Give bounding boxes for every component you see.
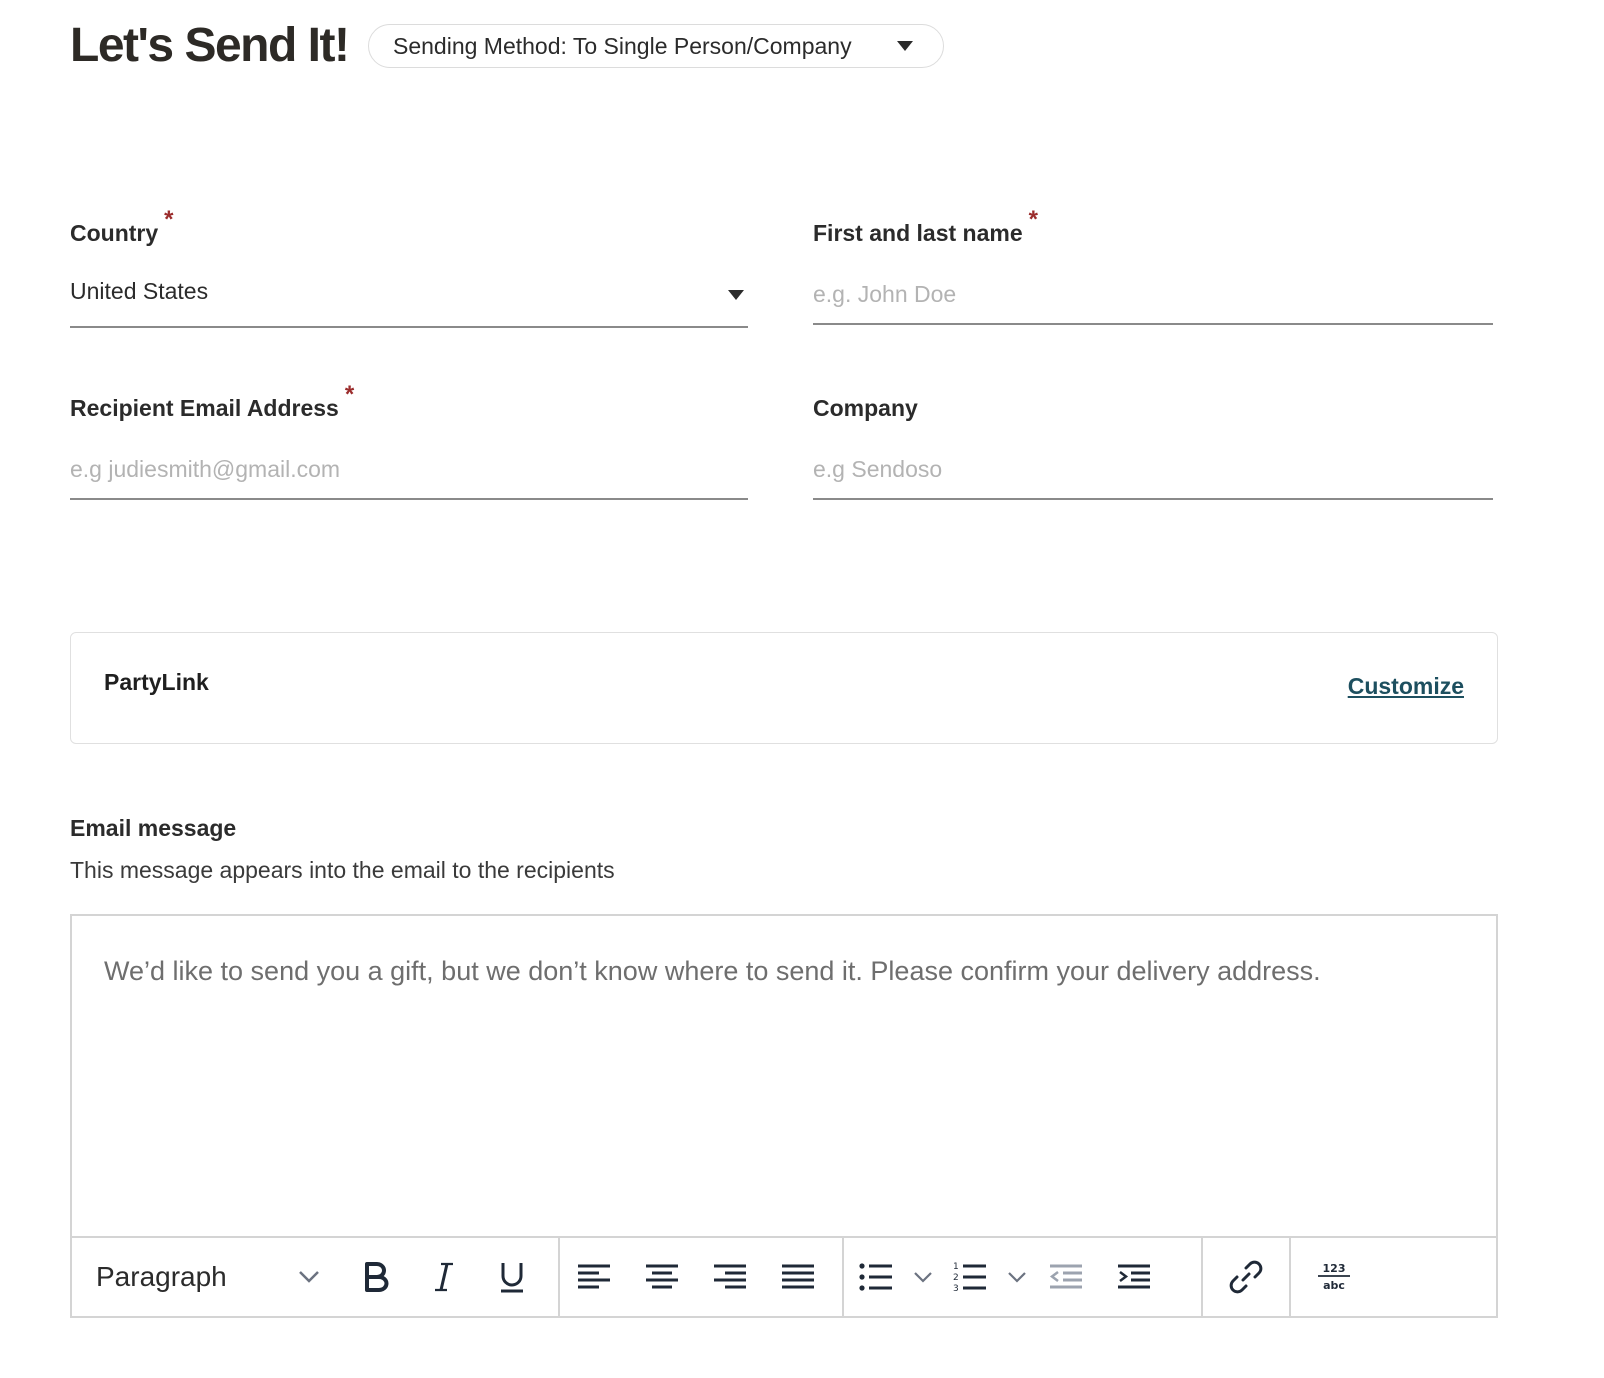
name-field[interactable] — [813, 278, 1493, 325]
svg-text:1: 1 — [953, 1262, 959, 1272]
toolbar-group-lists: 123 — [844, 1238, 1203, 1316]
block-format-label: Paragraph — [96, 1261, 227, 1292]
align-center-icon — [646, 1264, 678, 1289]
required-asterisk: * — [164, 206, 174, 233]
align-left-icon — [578, 1264, 610, 1289]
indent-icon — [1118, 1264, 1150, 1289]
email-message-title: Email message — [70, 815, 237, 841]
email-label: Recipient Email Address — [70, 395, 339, 421]
link-icon — [1229, 1260, 1263, 1294]
page-title: Let's Send It! — [70, 19, 350, 72]
block-format-dropdown[interactable]: Paragraph — [72, 1238, 342, 1316]
indent-button[interactable] — [1100, 1238, 1168, 1316]
outdent-icon — [1049, 1264, 1082, 1289]
align-right-button[interactable] — [696, 1238, 764, 1316]
outdent-button[interactable] — [1032, 1238, 1100, 1316]
country-select[interactable]: United States — [70, 278, 748, 328]
email-message-editor: We’d like to send you a gift, but we don… — [70, 914, 1498, 1318]
chevron-down-icon — [914, 1272, 932, 1283]
required-asterisk: * — [1028, 206, 1038, 233]
align-justify-button[interactable] — [764, 1238, 832, 1316]
editor-content[interactable]: We’d like to send you a gift, but we don… — [104, 956, 1464, 987]
svg-text:2: 2 — [953, 1273, 959, 1283]
sending-method-dropdown[interactable]: Sending Method: To Single Person/Company — [368, 24, 944, 68]
align-center-button[interactable] — [628, 1238, 696, 1316]
toolbar-group-text-style: Paragraph — [72, 1238, 560, 1316]
insert-link-button[interactable] — [1212, 1238, 1280, 1316]
italic-icon — [435, 1262, 453, 1292]
align-left-button[interactable] — [560, 1238, 628, 1316]
sending-method-label: Sending Method: To Single Person/Company — [393, 32, 852, 59]
country-label-row: Country * — [70, 206, 174, 248]
numbered-list-options[interactable] — [1002, 1238, 1032, 1316]
underline-icon — [501, 1263, 523, 1293]
toolbar-group-align — [560, 1238, 844, 1316]
numbered-list-button[interactable]: 123 — [938, 1238, 1002, 1316]
partylink-name: PartyLink — [104, 669, 209, 695]
country-value: United States — [70, 278, 209, 304]
spellcheck-icon: 123 abc — [1318, 1262, 1350, 1292]
spellcheck-button[interactable]: 123 abc — [1300, 1238, 1368, 1316]
country-label: Country — [70, 220, 159, 246]
name-label: First and last name — [813, 220, 1023, 246]
customize-link[interactable]: Customize — [1348, 673, 1464, 700]
align-justify-icon — [782, 1264, 814, 1289]
company-label-row: Company — [813, 395, 918, 422]
bold-icon — [365, 1262, 389, 1292]
name-label-row: First and last name * — [813, 206, 1038, 248]
email-message-subtitle: This message appears into the email to t… — [70, 857, 615, 883]
underline-button[interactable] — [478, 1238, 546, 1316]
align-right-icon — [714, 1264, 746, 1289]
bullet-list-options[interactable] — [908, 1238, 938, 1316]
chevron-down-icon — [1008, 1272, 1026, 1283]
company-field[interactable] — [813, 452, 1493, 500]
caret-down-icon — [897, 41, 913, 51]
editor-toolbar: Paragraph 1 2 3 123 abc — [72, 1236, 1496, 1316]
bullet-list-button[interactable] — [844, 1238, 908, 1316]
toolbar-group-link — [1203, 1238, 1291, 1316]
email-label-row: Recipient Email Address * — [70, 381, 354, 423]
company-label: Company — [813, 395, 918, 421]
spellcheck-top-text: 123 — [1323, 1262, 1346, 1275]
svg-text:3: 3 — [953, 1284, 959, 1294]
bullet-list-icon — [859, 1263, 892, 1291]
email-field[interactable] — [70, 452, 748, 500]
toolbar-group-spellcheck: 123 abc — [1291, 1238, 1377, 1316]
required-asterisk: * — [344, 381, 355, 408]
partylink-card: PartyLink Customize — [70, 632, 1498, 744]
chevron-down-icon — [299, 1271, 319, 1283]
spellcheck-bottom-text: abc — [1323, 1279, 1345, 1292]
italic-button[interactable] — [410, 1238, 478, 1316]
bold-button[interactable] — [342, 1238, 410, 1316]
caret-down-icon — [728, 290, 744, 300]
numbered-list-icon: 123 — [953, 1262, 986, 1294]
